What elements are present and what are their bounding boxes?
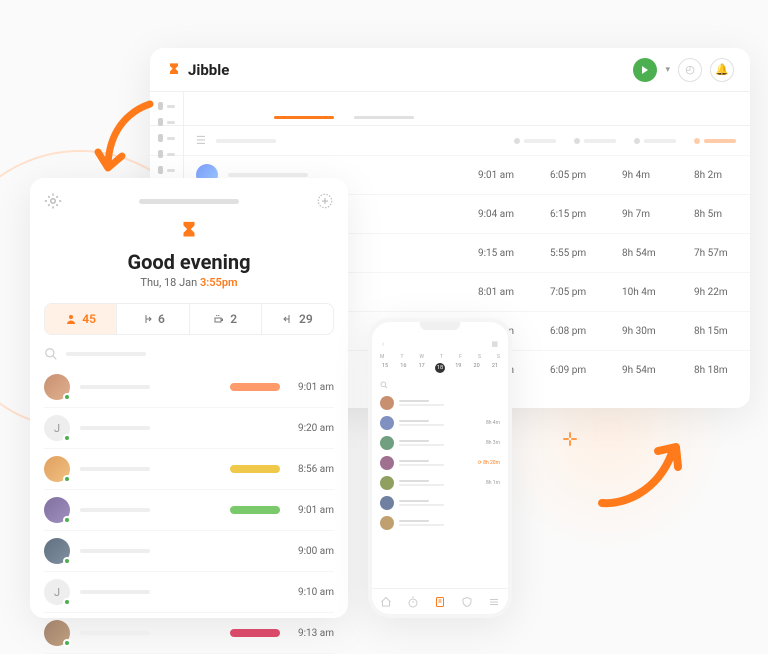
stat-break[interactable]: 2 [189,304,261,334]
avatar [44,538,70,564]
avatar [380,496,394,510]
calendar-icon[interactable]: ▦ [491,340,498,348]
col-header [634,138,676,144]
desktop-header: Jibble ▾ ◴ 🔔 [150,48,750,92]
shield-icon[interactable] [461,596,473,608]
list-item[interactable] [380,493,500,513]
list-item[interactable]: J9:20 am [44,408,334,449]
avatar [380,396,394,410]
tablet-window: Good evening Thu, 18 Jan 3:55pm 45 6 2 2… [30,178,348,618]
drag-handle [139,199,239,204]
caret-icon[interactable]: ▾ [665,65,670,75]
arrow-decoration [90,94,160,184]
desktop-tabs [150,92,750,126]
plus-decoration [562,431,578,447]
tabbar [372,588,508,614]
tab[interactable] [354,116,414,119]
gear-icon[interactable] [44,192,62,210]
stat-present[interactable]: 45 [45,304,116,334]
phone-list: 8h 4m8h 3m⟳ 8h 20m8h 1m [372,393,508,588]
greeting: Good evening [44,250,334,274]
timer-icon[interactable] [407,596,419,608]
stats-bar: 45 6 2 29 [44,303,334,335]
add-user-icon[interactable] [316,192,334,210]
avatar [380,476,394,490]
brand-name: Jibble [188,61,229,79]
phone-window: ‹ ▦ MTWTFSS 15161718192021 8h 4m8h 3m⟳ 8h… [368,318,512,618]
list-item[interactable]: ⟳ 8h 20m [380,453,500,473]
play-button[interactable] [633,58,657,82]
list-item[interactable]: 9:01 am [44,490,334,531]
stat-out[interactable]: 29 [261,304,333,334]
avatar: J [44,579,70,605]
sheet-icon[interactable] [434,596,446,608]
tab[interactable] [274,116,334,119]
filter-placeholder [216,139,276,143]
col-header [694,138,736,144]
avatar: J [44,415,70,441]
avatar [44,456,70,482]
avatar [380,456,394,470]
avatar [380,516,394,530]
calendar[interactable]: MTWTFSS 15161718192021 [372,350,508,377]
date: Thu, 18 Jan 3:55pm [44,276,334,289]
brand-logo[interactable]: Jibble [166,61,229,79]
name-placeholder [228,173,308,177]
menu-icon[interactable] [488,596,500,608]
arrow-decoration [592,433,692,513]
home-icon[interactable] [380,596,392,608]
filter-icon[interactable]: ☰ [196,134,206,147]
hourglass-icon [178,220,200,242]
stat-in[interactable]: 6 [116,304,188,334]
list-item[interactable]: 8h 3m [380,433,500,453]
list-item[interactable]: 9:13 am [44,613,334,654]
list-item[interactable] [380,513,500,533]
clock-button[interactable]: ◴ [678,58,702,82]
list-item[interactable]: 9:01 am [44,367,334,408]
notifications-button[interactable]: 🔔 [710,58,734,82]
search-icon[interactable] [44,347,58,361]
col-header [574,138,616,144]
avatar [380,416,394,430]
member-list: 9:01 amJ9:20 am8:56 am9:01 am9:00 amJ9:1… [44,367,334,654]
avatar [44,620,70,646]
list-item[interactable]: J9:10 am [44,572,334,613]
col-header [514,138,556,144]
avatar [44,374,70,400]
search-icon[interactable] [380,381,388,389]
avatar [380,436,394,450]
avatar [44,497,70,523]
list-item[interactable]: 9:00 am [44,531,334,572]
list-item[interactable]: 8h 4m [380,413,500,433]
hourglass-icon [166,62,182,78]
back-icon[interactable]: ‹ [382,340,384,348]
list-item[interactable]: 8:56 am [44,449,334,490]
list-item[interactable]: 8h 1m [380,473,500,493]
list-item[interactable] [380,393,500,413]
